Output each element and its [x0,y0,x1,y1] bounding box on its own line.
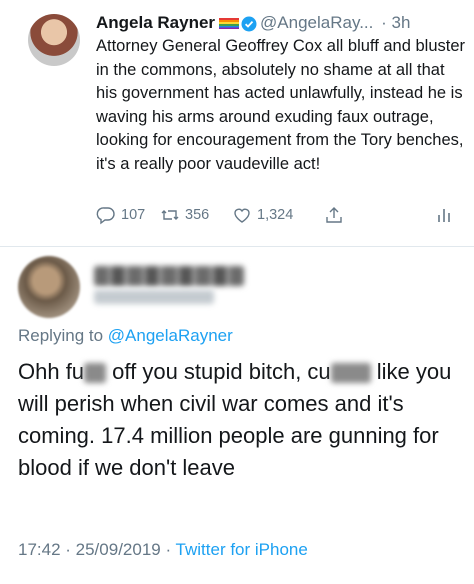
replying-handle-link[interactable]: @AngelaRayner [108,326,233,345]
author-handle[interactable]: @AngelaRay... [260,13,373,32]
redacted-word [330,363,371,384]
like-count: 1,324 [257,207,294,223]
retweet-action[interactable]: 356 [160,205,209,225]
reply-icon [96,207,115,225]
share-icon [326,207,342,223]
retweet-icon [161,210,179,220]
analytics-icon [438,209,450,222]
tweet-actions: 107 356 1,324 [96,205,466,229]
redacted-word [84,363,107,384]
reply-text: Ohh fu off you stupid bitch, cu like you… [18,356,468,484]
replier-name-redacted [94,266,244,286]
original-tweet: Angela Rayner @AngelaRay... · 3h Attorne… [0,0,474,246]
retweet-count: 356 [185,207,210,223]
divider [0,246,474,247]
replier-avatar-blurred[interactable] [18,256,80,318]
reply-count: 107 [121,207,146,223]
like-icon [234,208,250,223]
reply-action[interactable]: 107 [96,205,145,225]
author-avatar[interactable] [28,14,80,66]
reply-text-part1: Ohh fu [18,359,85,384]
tweet-text: Attorney General Geoffrey Cox all bluff … [96,37,466,173]
share-action[interactable] [324,205,344,225]
reply-footer: 17:42 · 25/09/2019 · Twitter for iPhone [18,540,308,560]
analytics-action[interactable] [434,205,454,225]
tweet-header: Angela Rayner @AngelaRay... · 3h [96,12,410,34]
replier-handle-redacted [94,290,214,304]
verified-badge-icon [241,16,257,32]
replying-prefix: Replying to [18,326,104,345]
reply-timestamp[interactable]: 17:42 · 25/09/2019 · [18,540,171,559]
like-action[interactable]: 1,324 [232,205,293,225]
author-name[interactable]: Angela Rayner [96,13,215,32]
tweet-source-link[interactable]: Twitter for iPhone [176,540,308,559]
reply-text-part2: off you stupid bitch, cu [106,359,331,384]
tweet-time[interactable]: · 3h [381,13,410,32]
replying-to: Replying to @AngelaRayner [18,326,233,346]
rainbow-flag-icon [219,18,240,30]
